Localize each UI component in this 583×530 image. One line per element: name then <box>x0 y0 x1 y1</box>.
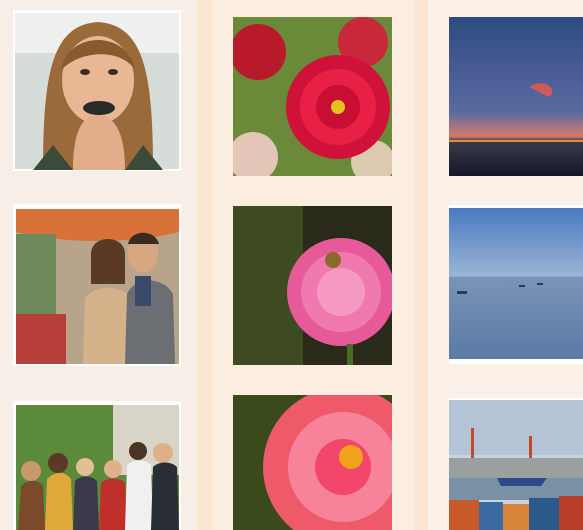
photo-group-friends[interactable] <box>13 401 181 530</box>
container-port-image <box>449 400 583 530</box>
coral-dahlia-image <box>233 395 392 530</box>
sunset-sea-image <box>449 17 583 176</box>
column-divider <box>414 0 428 530</box>
photo-container-port[interactable] <box>449 398 583 530</box>
calm-bay-image <box>449 208 583 359</box>
pink-dahlia-image <box>233 206 392 365</box>
group-friends-image <box>16 405 179 530</box>
photo-woman-portrait[interactable] <box>13 10 181 171</box>
photo-red-dahlia[interactable] <box>233 17 392 176</box>
couple-outdoor-image <box>16 209 179 364</box>
photo-coral-dahlia[interactable] <box>233 395 392 530</box>
column-divider <box>197 0 212 530</box>
photo-calm-bay[interactable] <box>449 205 583 364</box>
red-dahlia-image <box>233 17 392 176</box>
woman-portrait-image <box>15 13 179 170</box>
photo-sunset-sea[interactable] <box>449 17 583 176</box>
photo-couple-outdoor[interactable] <box>13 204 181 366</box>
photo-pink-dahlia[interactable] <box>233 206 392 365</box>
